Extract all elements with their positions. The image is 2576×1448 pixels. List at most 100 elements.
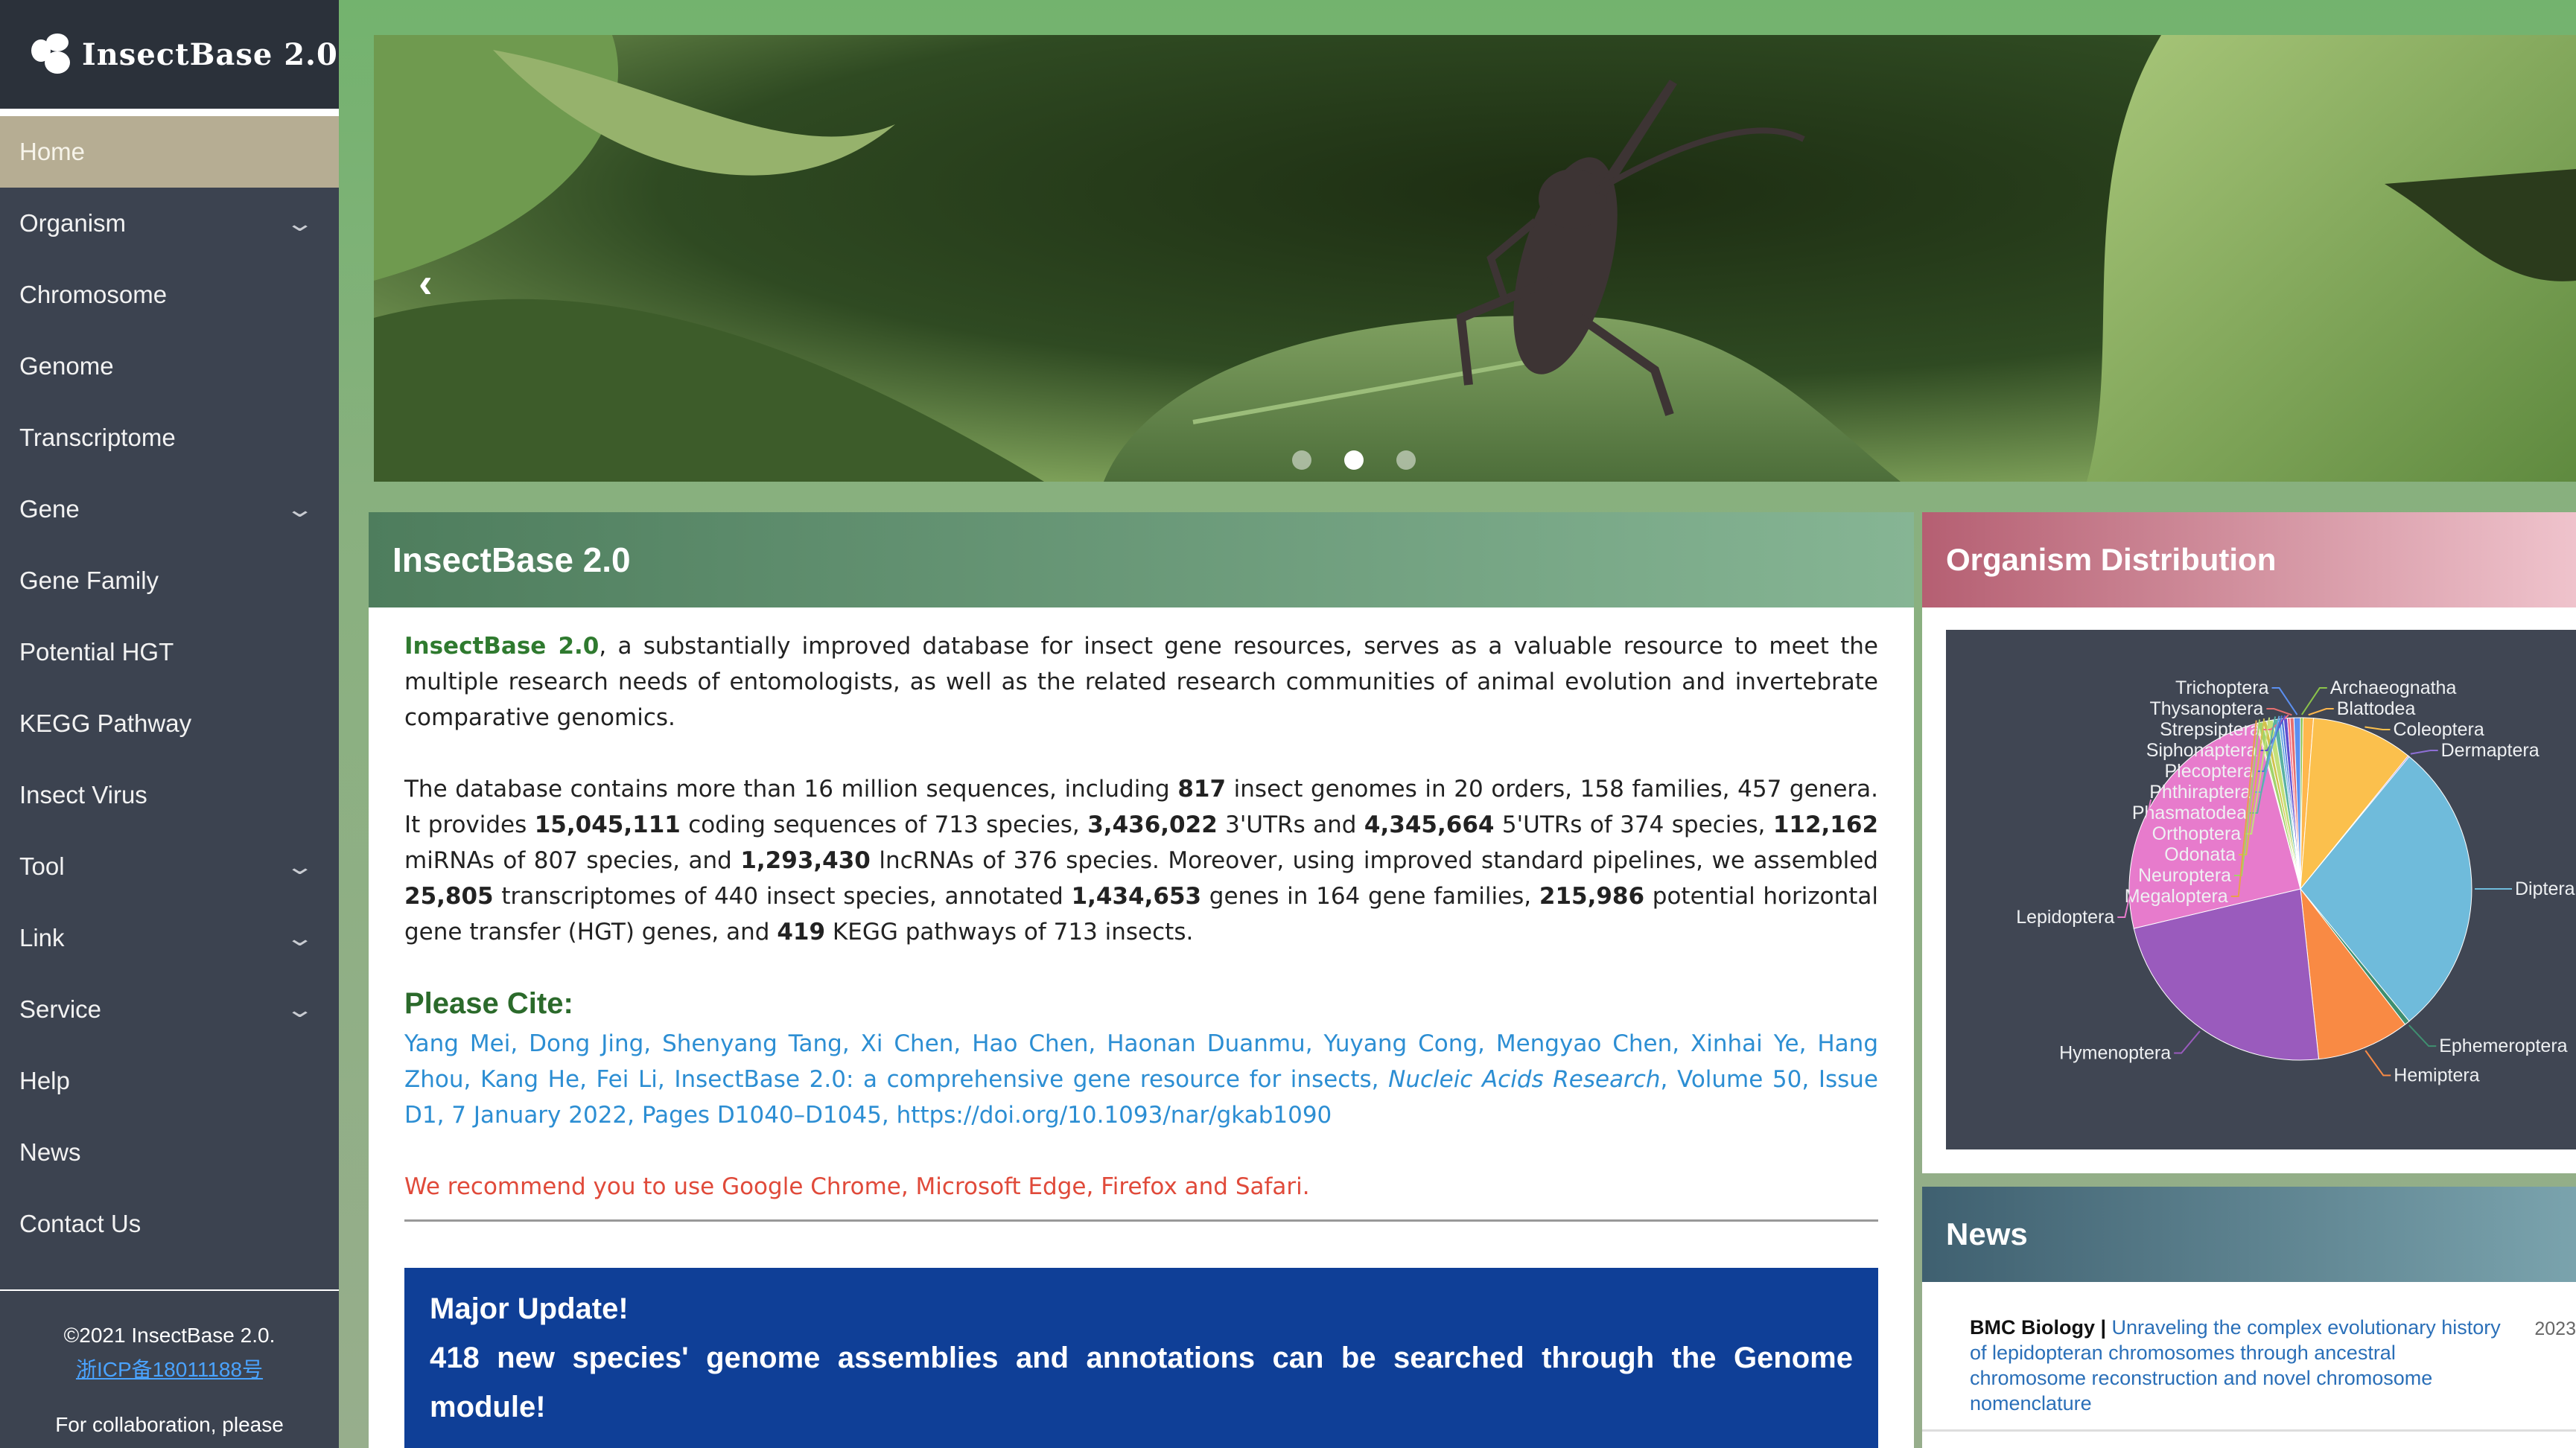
stats-text: 5'UTRs of 374 species,	[1494, 811, 1773, 838]
pie-label-ephemeroptera: Ephemeroptera	[2439, 1036, 2567, 1056]
sidebar-item-label: Transcriptome	[19, 424, 176, 451]
stat-genomes: 817	[1177, 776, 1227, 803]
sidebar-item-chromosome[interactable]: Chromosome	[0, 259, 339, 331]
sidebar-nav: Home Organism ⌄ Chromosome Genome Transcripto…	[0, 116, 339, 1260]
news-title: News	[1922, 1187, 2576, 1282]
stat-genes: 1,434,653	[1071, 883, 1202, 910]
sidebar-item-gene-family[interactable]: Gene Family	[0, 545, 339, 616]
pie-leader-line	[2308, 708, 2334, 716]
icp-link[interactable]: 浙ICP备18011188号	[0, 1353, 339, 1383]
stats-text: miRNAs of 807 species, and	[404, 847, 741, 874]
stats-text: 3'UTRs and	[1217, 811, 1364, 838]
sidebar-item-label: Service	[19, 995, 102, 1023]
intro-text: , a substantially improved database for …	[404, 633, 1878, 731]
chevron-down-icon: ⌄	[284, 997, 315, 1022]
sidebar-item-potential-hgt[interactable]: Potential HGT	[0, 616, 339, 688]
carousel-dot-1[interactable]	[1292, 450, 1311, 470]
stat-utr3: 3,436,022	[1087, 811, 1218, 838]
citation-link[interactable]: Yang Mei, Dong Jing, Shenyang Tang, Xi C…	[404, 1026, 1878, 1133]
pie-label-neuroptera: Neuroptera	[2138, 865, 2231, 886]
stats-text: transcriptomes of 440 insect species, an…	[493, 883, 1072, 910]
brand[interactable]: InsectBase 2.0	[0, 0, 339, 116]
sidebar-item-contact-us[interactable]: Contact Us	[0, 1188, 339, 1260]
intro-paragraph: InsectBase 2.0, a substantially improved…	[404, 628, 1878, 736]
sidebar-item-gene[interactable]: Gene ⌄	[0, 473, 339, 545]
pie-label-trichoptera: Trichoptera	[2175, 677, 2269, 698]
pie-leader-line	[2364, 726, 2391, 731]
stat-cds: 15,045,111	[534, 811, 681, 838]
pie-label-dermaptera: Dermaptera	[2441, 740, 2540, 761]
pie-leader-line	[2300, 687, 2327, 715]
pie-label-megaloptera: Megaloptera	[2125, 886, 2228, 907]
sidebar-item-label: Genome	[19, 352, 114, 380]
sidebar-item-genome[interactable]: Genome	[0, 331, 339, 402]
pie-leader-line	[2271, 687, 2298, 715]
main-content: ‹ InsectBase 2.0 InsectBase 2.0, a subst…	[339, 0, 2576, 1448]
pie-label-strepsiptera: Strepsiptera	[2160, 719, 2260, 740]
stats-text: KEGG pathways of 713 insects.	[825, 919, 1194, 945]
sidebar: InsectBase 2.0 Home Organism ⌄ Chromosome Ge…	[0, 0, 339, 1448]
pie-label-siphonaptera: Siphonaptera	[2146, 740, 2257, 761]
pie-leader-line	[2174, 1030, 2201, 1054]
about-title: InsectBase 2.0	[369, 512, 1914, 607]
major-update-banner: Major Update! 418 new species' genome as…	[404, 1268, 1878, 1448]
sidebar-item-news[interactable]: News	[0, 1117, 339, 1188]
sidebar-item-help[interactable]: Help	[0, 1045, 339, 1117]
intro-name: InsectBase 2.0	[404, 633, 600, 660]
sidebar-item-link[interactable]: Link ⌄	[0, 902, 339, 974]
image-carousel[interactable]: ‹	[374, 35, 2576, 482]
stats-text: lncRNAs of 376 species. Moreover, using …	[870, 847, 1878, 874]
sidebar-item-label: News	[19, 1138, 81, 1166]
sidebar-item-home[interactable]: Home	[0, 116, 339, 188]
collaboration-text: For collaboration, please	[55, 1413, 284, 1436]
pie-leader-line	[2410, 750, 2438, 755]
stat-utr5: 4,345,664	[1364, 811, 1495, 838]
news-card: News BMC Biology | Unraveling the comple…	[1922, 1187, 2576, 1448]
pie-leader-line	[2364, 1050, 2391, 1077]
sidebar-item-transcriptome[interactable]: Transcriptome	[0, 402, 339, 473]
carousel-prev-chevron-left-icon[interactable]: ‹	[419, 258, 433, 307]
sidebar-item-label: Gene Family	[19, 567, 159, 594]
carousel-dot-3[interactable]	[1396, 450, 1416, 470]
sidebar-item-label: Help	[19, 1067, 70, 1094]
sidebar-item-label: Home	[19, 138, 86, 165]
carousel-dot-2[interactable]	[1344, 450, 1364, 470]
organism-distribution-card: Organism Distribution Archaeognatha Blatt…	[1922, 512, 2576, 1173]
browser-recommendation: We recommend you to use Google Chrome, M…	[404, 1169, 1878, 1222]
pie-label-thysanoptera: Thysanoptera	[2150, 698, 2264, 719]
sidebar-item-service[interactable]: Service ⌄	[0, 974, 339, 1045]
chevron-down-icon: ⌄	[284, 925, 315, 951]
pie-label-blattodea: Blattodea	[2337, 698, 2416, 719]
pie-label-diptera: Diptera	[2515, 878, 2575, 899]
brand-title: InsectBase 2.0	[82, 36, 338, 72]
news-source: BMC Biology |	[1970, 1316, 2112, 1339]
pie-leader-line	[2408, 1024, 2437, 1047]
pie-label-archaeognatha: Archaeognatha	[2330, 677, 2457, 698]
chevron-down-icon: ⌄	[284, 497, 315, 522]
organism-pie-chart[interactable]: ArchaeognathaBlattodeaColeopteraDermapte…	[1946, 630, 2576, 1149]
stat-kegg: 419	[777, 919, 826, 945]
news-item[interactable]: BMC Biology | Unraveling the complex evo…	[1922, 1282, 2576, 1432]
stats-text: The database contains more than 16 milli…	[404, 776, 1178, 803]
distribution-title: Organism Distribution	[1922, 512, 2576, 607]
stat-hgt: 215,986	[1539, 883, 1645, 910]
sidebar-item-label: Tool	[19, 852, 65, 880]
stat-transcriptomes: 25,805	[404, 883, 494, 910]
stat-mirna: 112,162	[1772, 811, 1879, 838]
pie-label-odonata: Odonata	[2164, 844, 2236, 865]
sidebar-item-kegg-pathway[interactable]: KEGG Pathway	[0, 688, 339, 759]
news-date: 2023	[2534, 1318, 2576, 1339]
sidebar-item-tool[interactable]: Tool ⌄	[0, 831, 339, 902]
stats-paragraph: The database contains more than 16 milli…	[404, 771, 1878, 950]
sidebar-item-label: Organism	[19, 209, 127, 237]
sidebar-footer: ©2021 InsectBase 2.0. 浙ICP备18011188号 For…	[0, 1289, 339, 1437]
chevron-down-icon: ⌄	[284, 211, 315, 236]
insect-logo-icon	[28, 32, 73, 77]
pie-leader-line	[2266, 708, 2292, 716]
sidebar-item-label: Link	[19, 924, 65, 951]
pie-label-coleoptera: Coleoptera	[2393, 719, 2484, 740]
sidebar-item-label: Insect Virus	[19, 781, 147, 808]
sidebar-item-organism[interactable]: Organism ⌄	[0, 188, 339, 259]
stats-text: genes in 164 gene families,	[1201, 883, 1539, 910]
sidebar-item-insect-virus[interactable]: Insect Virus	[0, 759, 339, 831]
